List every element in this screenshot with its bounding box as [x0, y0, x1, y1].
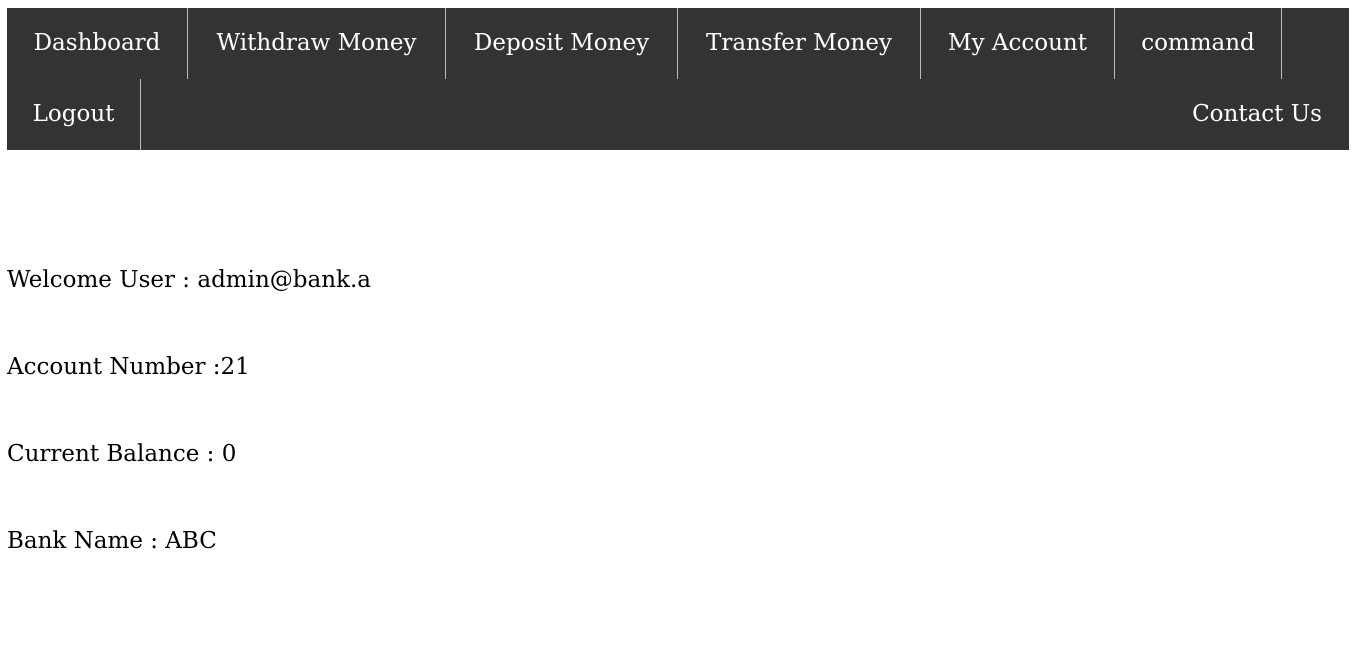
nav-command-link[interactable]: command — [1115, 8, 1282, 79]
nav-logout-link[interactable]: Logout — [7, 79, 141, 150]
top-navbar: Dashboard Withdraw Money Deposit Money T… — [7, 8, 1349, 150]
nav-withdraw-money-link[interactable]: Withdraw Money — [188, 8, 446, 79]
nav-contact-us-link[interactable]: Contact Us — [1165, 79, 1349, 150]
current-balance-text: Current Balance : 0 — [7, 441, 237, 467]
welcome-user-text: Welcome User : admin@bank.a — [7, 267, 371, 293]
nav-transfer-money-link[interactable]: Transfer Money — [678, 8, 921, 79]
bank-name-text: Bank Name : ABC — [7, 528, 217, 554]
nav-deposit-money-link[interactable]: Deposit Money — [446, 8, 678, 79]
nav-my-account-link[interactable]: My Account — [921, 8, 1115, 79]
account-number-text: Account Number :21 — [7, 354, 250, 380]
nav-dashboard-link[interactable]: Dashboard — [7, 8, 188, 79]
